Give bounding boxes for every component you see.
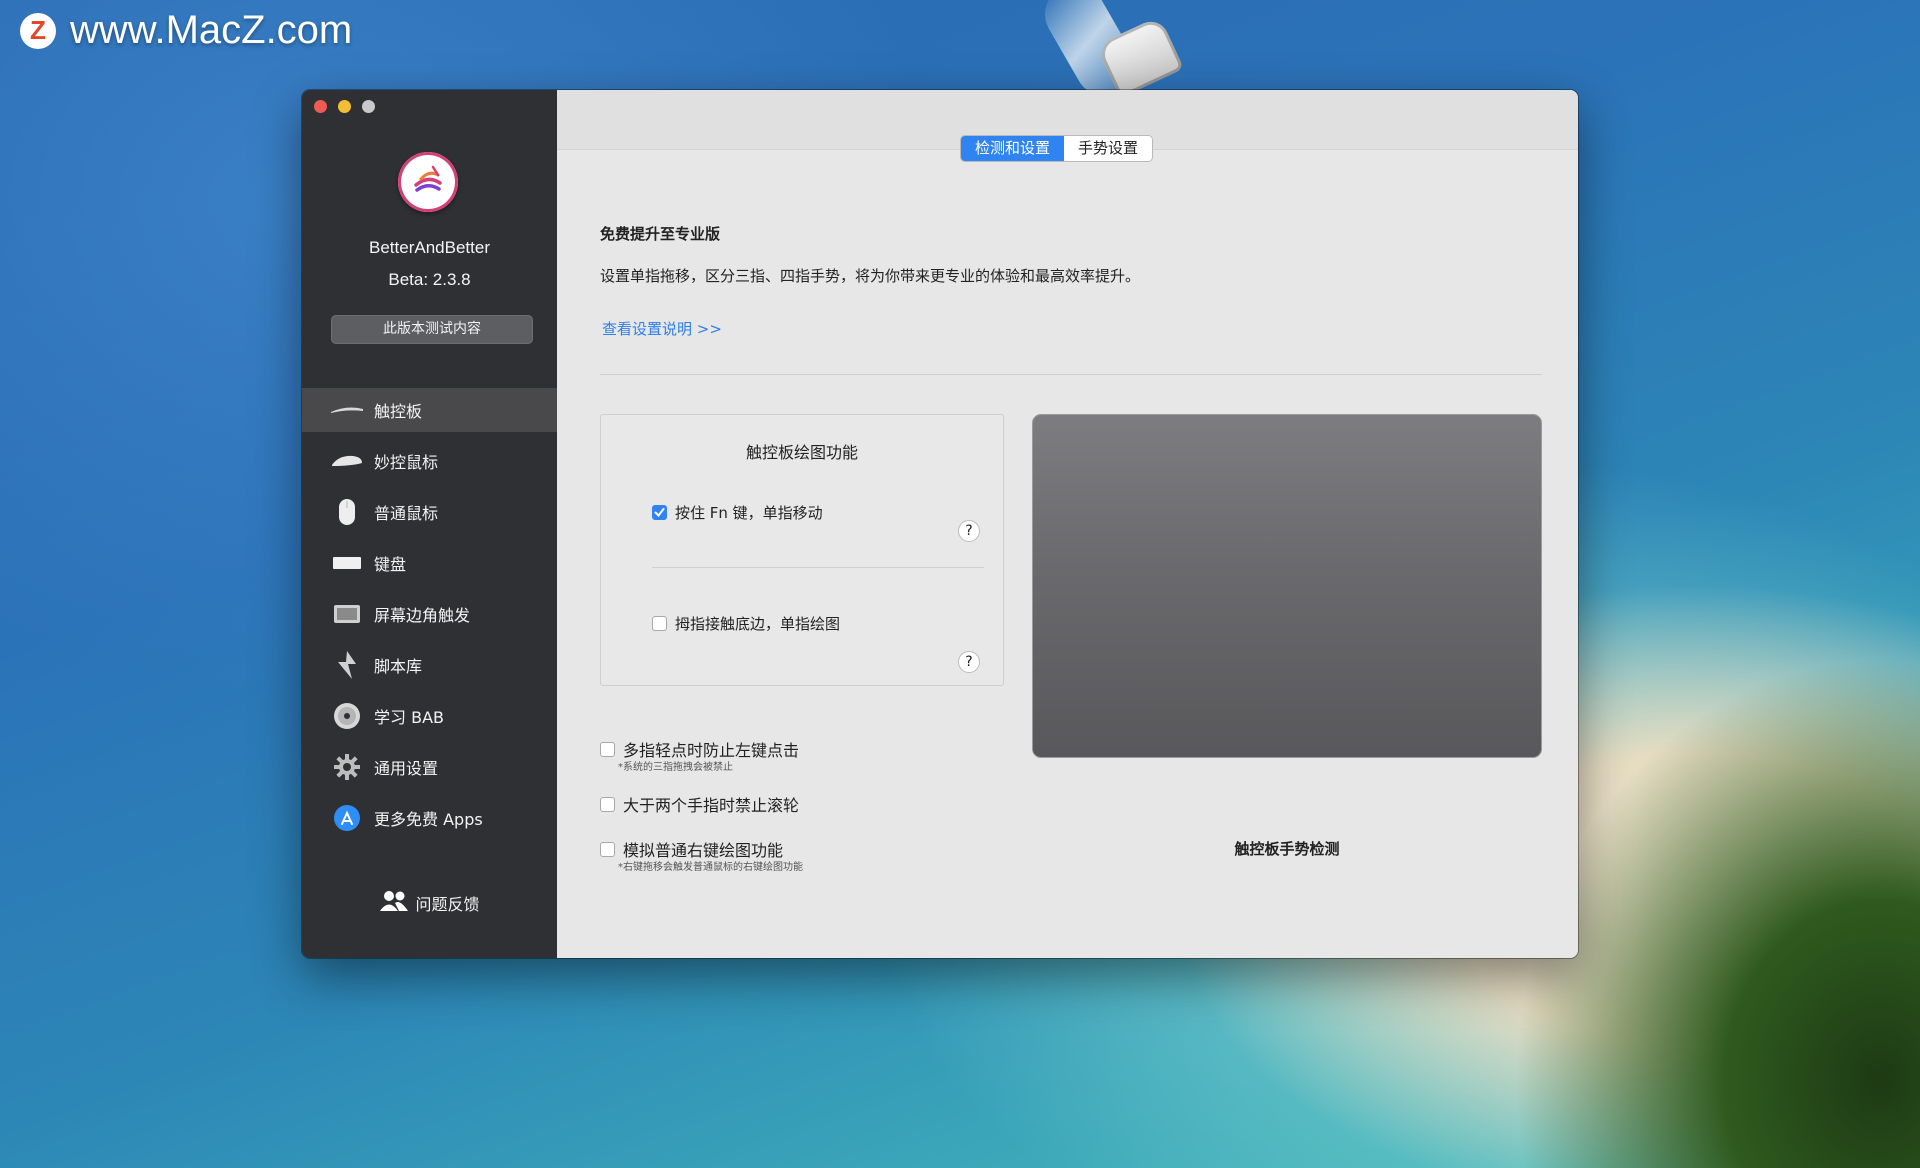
zoom-button[interactable] (362, 100, 375, 113)
keyboard-icon (330, 548, 364, 578)
panel-title: 触控板绘图功能 (745, 443, 858, 462)
app-name: BetterAndBetter (369, 238, 490, 257)
dvd-icon (330, 701, 364, 731)
sidebar-item-label: 触控板 (374, 402, 423, 421)
beta-content-button[interactable]: 此版本测试内容 (331, 315, 533, 344)
gear-icon (330, 752, 364, 782)
thumb-draw-option[interactable]: 拇指接触底边，单指绘图 (652, 613, 840, 634)
right-click-draw-note: *右键拖移会触发普通鼠标的右键绘图功能 (618, 862, 803, 873)
watermark-text: www.MacZ.com (70, 8, 353, 52)
trackpad-gesture-label: 触控板手势检测 (1234, 840, 1340, 858)
feedback-label: 问题反馈 (415, 895, 480, 914)
prevent-left-click-checkbox[interactable] (600, 741, 615, 757)
tab-bar: 检测和设置 手势设置 (961, 136, 1153, 161)
sidebar-item-label: 妙控鼠标 (374, 453, 439, 472)
help-button-thumb[interactable]: ? (958, 651, 980, 673)
right-click-draw-checkbox[interactable] (600, 841, 615, 857)
thumb-draw-label: 拇指接触底边，单指绘图 (675, 615, 841, 633)
sidebar-item-learn[interactable]: 学习 BAB (302, 694, 557, 738)
panel-divider (652, 567, 984, 568)
checkmark-icon (654, 508, 665, 518)
sidebar-item-scripts[interactable]: 脚本库 (302, 643, 557, 687)
app-window: BetterAndBetter Beta: 2.3.8 此版本测试内容 触控板 … (302, 90, 1578, 958)
app-logo-icon (398, 152, 458, 212)
sidebar-item-mouse[interactable]: 普通鼠标 (302, 490, 557, 534)
sidebar-nav: 触控板 妙控鼠标 普通鼠标 键盘 屏幕边角触发 脚本库 学习 BAB 通用设置 … (302, 388, 557, 847)
thumb-draw-checkbox[interactable] (652, 616, 667, 631)
disable-scroll-label: 大于两个手指时禁止滚轮 (623, 796, 800, 815)
magic-mouse-icon (330, 446, 364, 476)
sidebar-item-magic-mouse[interactable]: 妙控鼠标 (302, 439, 557, 483)
app-version: Beta: 2.3.8 (388, 270, 471, 289)
tab-detection-settings[interactable]: 检测和设置 (961, 136, 1065, 161)
trackpad-gesture-area[interactable] (1032, 414, 1542, 758)
script-icon (330, 650, 364, 680)
settings-guide-link[interactable]: 查看设置说明 >> (602, 318, 722, 339)
sidebar-item-more-apps[interactable]: 更多免费 Apps (302, 796, 557, 840)
feedback-button[interactable]: 问题反馈 (302, 890, 557, 916)
sidebar-item-label: 键盘 (374, 555, 407, 574)
disable-scroll-checkbox[interactable] (600, 796, 615, 812)
help-button-fn[interactable]: ? (958, 520, 980, 542)
sidebar-item-general[interactable]: 通用设置 (302, 745, 557, 789)
content-pane: 检测和设置 手势设置 免费提升至专业版 设置单指拖移，区分三指、四指手势，将为你… (557, 90, 1578, 958)
fn-move-checkbox[interactable] (652, 505, 667, 520)
sidebar-item-label: 脚本库 (374, 657, 423, 676)
tab-gesture-settings[interactable]: 手势设置 (1064, 136, 1153, 161)
prevent-left-click-note: *系统的三指拖拽会被禁止 (618, 762, 733, 773)
upgrade-title: 免费提升至专业版 (600, 225, 721, 243)
sidebar: BetterAndBetter Beta: 2.3.8 此版本测试内容 触控板 … (302, 90, 557, 958)
mouse-icon (330, 497, 364, 527)
screen-corner-icon (330, 599, 364, 629)
minimize-button[interactable] (338, 100, 351, 113)
fn-move-label: 按住 Fn 键，单指移动 (675, 504, 823, 522)
divider (600, 374, 1542, 375)
sidebar-item-label: 通用设置 (374, 759, 439, 778)
sidebar-item-label: 更多免费 Apps (374, 810, 483, 829)
sidebar-item-label: 学习 BAB (374, 708, 444, 727)
watermark-logo: Z (20, 12, 56, 49)
sidebar-item-keyboard[interactable]: 键盘 (302, 541, 557, 585)
sidebar-item-label: 屏幕边角触发 (374, 606, 471, 625)
trackpad-drawing-panel: 触控板绘图功能 按住 Fn 键，单指移动 ? 拇指接触底边，单指绘图 ? (600, 414, 1004, 686)
sidebar-item-label: 普通鼠标 (374, 504, 439, 523)
app-store-icon (330, 803, 364, 833)
trackpad-icon (330, 395, 364, 425)
users-icon (379, 890, 409, 916)
disable-scroll-option[interactable]: 大于两个手指时禁止滚轮 (600, 792, 799, 816)
upgrade-description: 设置单指拖移，区分三指、四指手势，将为你带来更专业的体验和最高效率提升。 (600, 267, 1141, 285)
close-button[interactable] (314, 100, 327, 113)
window-controls (314, 100, 375, 113)
watermark: Z www.MacZ.com (20, 8, 352, 53)
sidebar-item-trackpad[interactable]: 触控板 (302, 388, 557, 432)
fn-move-option[interactable]: 按住 Fn 键，单指移动 (652, 502, 823, 523)
sidebar-item-screen-corners[interactable]: 屏幕边角触发 (302, 592, 557, 636)
